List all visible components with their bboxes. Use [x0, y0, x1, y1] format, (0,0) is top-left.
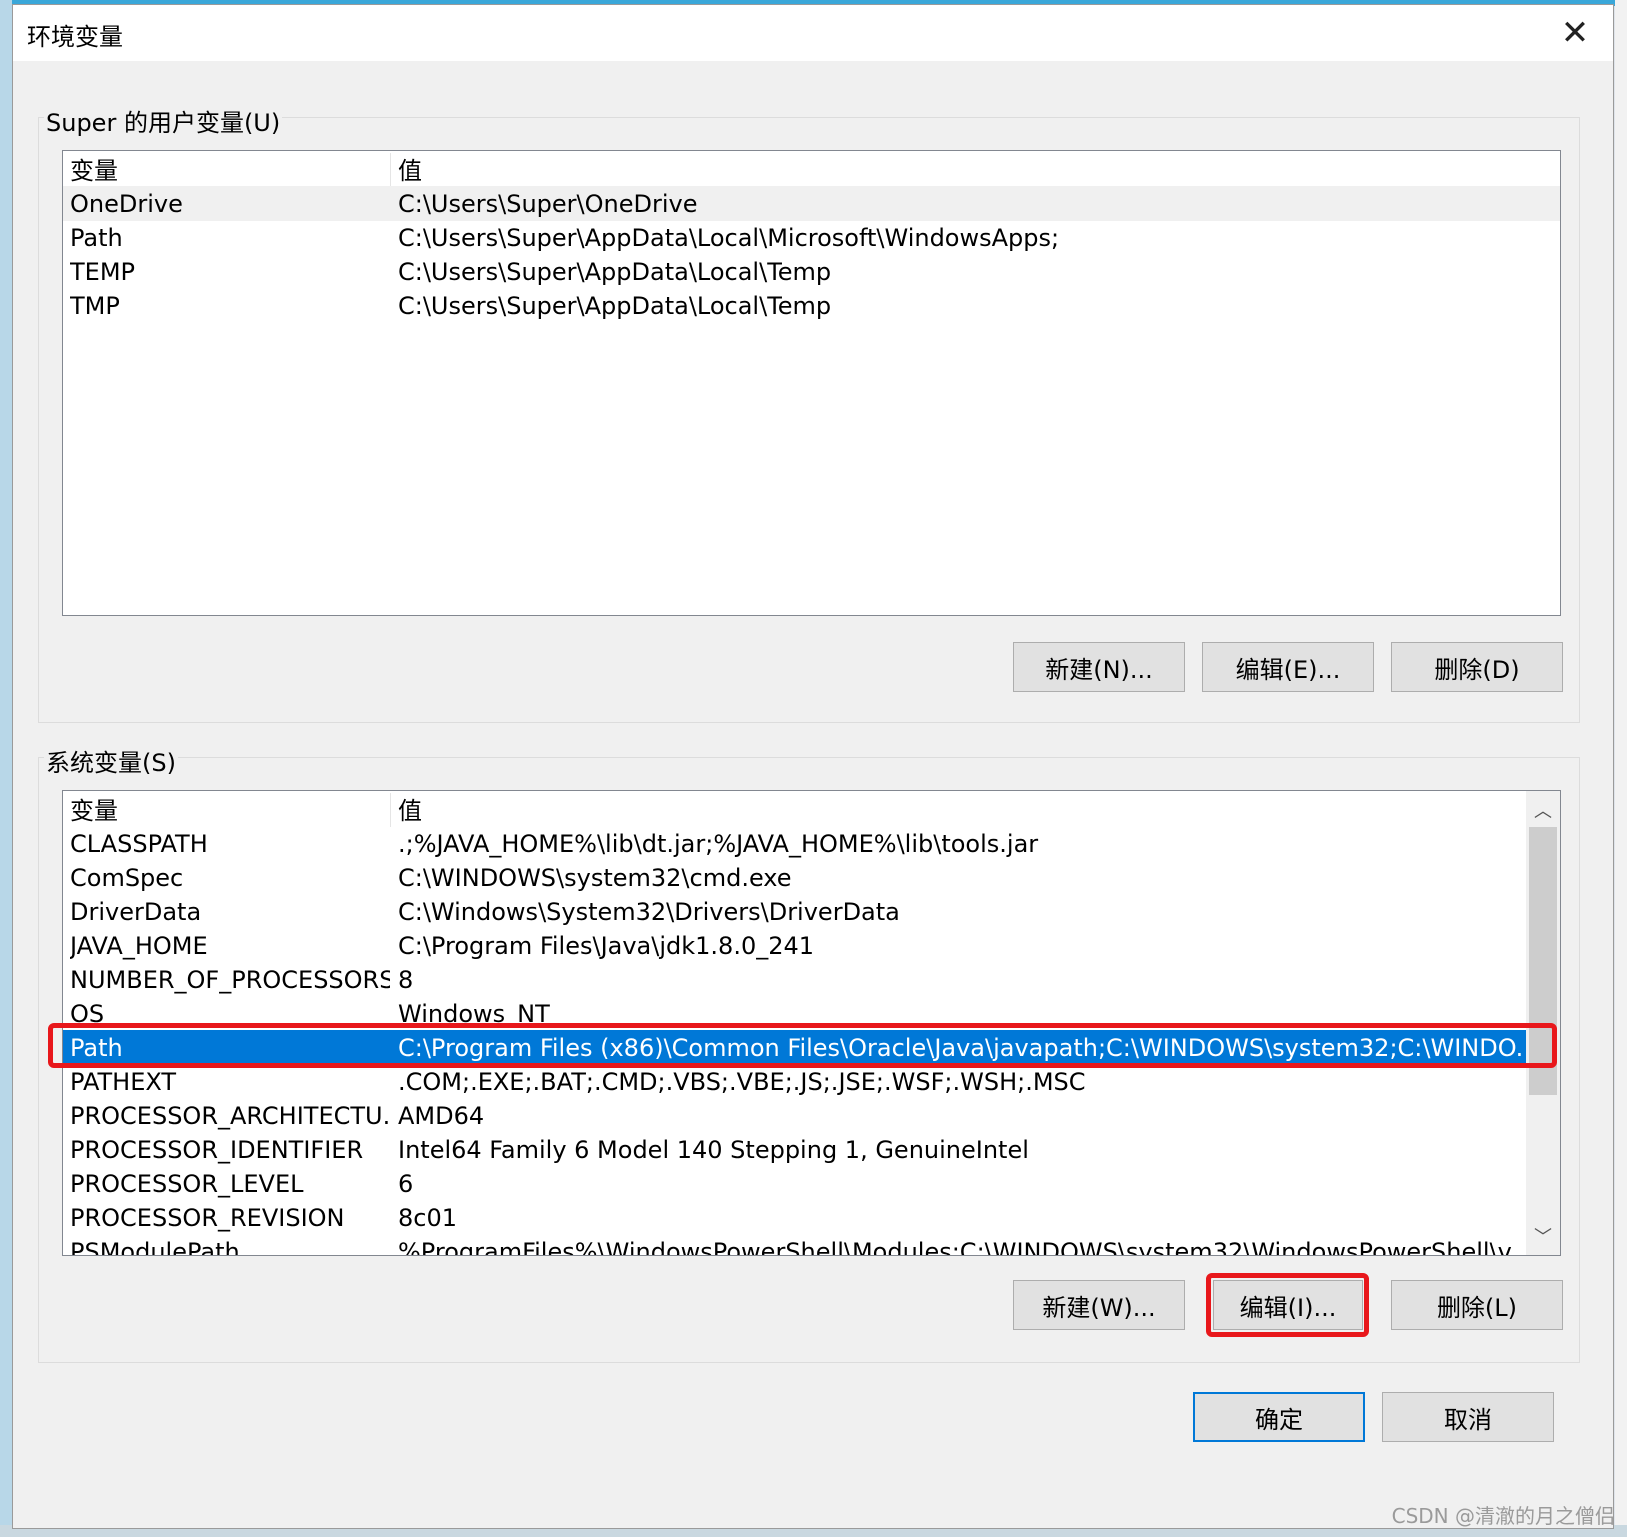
variable-value-cell: C:\Program Files (x86)\Common Files\Orac… — [398, 1033, 1523, 1062]
user-edit-button[interactable]: 编辑(E)... — [1202, 642, 1374, 692]
user-variables-list[interactable]: 变量 值 OneDrive C:\Users\Super\OneDrive Path… — [62, 150, 1561, 616]
table-row[interactable]: PROCESSOR_LEVEL 6 — [63, 1166, 1528, 1201]
user-new-button[interactable]: 新建(N)... — [1013, 642, 1185, 692]
variable-name-cell: Path — [70, 223, 123, 252]
variable-value-cell: C:\Program Files\Java\jdk1.8.0_241 — [398, 931, 815, 960]
table-row[interactable]: PROCESSOR_ARCHITECTU... AMD64 — [63, 1098, 1528, 1133]
variable-name-cell: PATHEXT — [70, 1067, 177, 1096]
variable-name-cell: CLASSPATH — [70, 829, 208, 858]
environment-variables-dialog: 环境变量 ✕ Super 的用户变量(U) 变量 值 OneDrive C:\Us… — [12, 4, 1614, 1529]
system-variables-list[interactable]: 变量 值 CLASSPATH .;%JAVA_HOME%\lib\dt.jar;%… — [62, 790, 1561, 1256]
system-new-button[interactable]: 新建(W)... — [1013, 1280, 1185, 1330]
vertical-scrollbar[interactable]: ︿ ﹀ — [1526, 791, 1560, 1255]
scroll-down-icon[interactable]: ﹀ — [1526, 1219, 1560, 1253]
cancel-button[interactable]: 取消 — [1382, 1392, 1554, 1442]
header-variable[interactable]: 变量 — [70, 791, 390, 826]
user-list-header: 变量 值 — [63, 151, 1560, 187]
close-icon[interactable]: ✕ — [1537, 5, 1613, 61]
variable-name-cell: OneDrive — [70, 189, 183, 218]
variable-name-cell: OS — [70, 999, 105, 1028]
user-delete-button[interactable]: 删除(D) — [1391, 642, 1563, 692]
variable-value-cell: 8c01 — [398, 1203, 458, 1232]
background-right-strip — [1615, 0, 1627, 1537]
variable-value-cell: C:\Users\Super\OneDrive — [398, 189, 698, 218]
table-row[interactable]: CLASSPATH .;%JAVA_HOME%\lib\dt.jar;%JAVA_… — [63, 826, 1528, 861]
variable-name-cell: PROCESSOR_REVISION — [70, 1203, 345, 1232]
variable-name-cell: PSModulePath — [70, 1237, 240, 1256]
variable-name-cell: PROCESSOR_ARCHITECTU... — [70, 1101, 390, 1130]
variable-value-cell: C:\Users\Super\AppData\Local\Temp — [398, 257, 832, 286]
table-row[interactable]: NUMBER_OF_PROCESSORS 8 — [63, 962, 1528, 997]
background-left-strip — [0, 0, 12, 1537]
variable-name-cell: NUMBER_OF_PROCESSORS — [70, 965, 390, 994]
variable-value-cell: C:\WINDOWS\system32\cmd.exe — [398, 863, 792, 892]
header-value[interactable]: 值 — [398, 791, 422, 826]
user-variables-label: Super 的用户变量(U) — [44, 103, 283, 138]
watermark: CSDN @清澈的月之僧侣 — [1391, 1504, 1615, 1528]
variable-name-cell: TEMP — [70, 257, 136, 286]
variable-name-cell: Path — [70, 1033, 123, 1062]
variable-value-cell: %ProgramFiles%\WindowsPowerShell\Modules… — [398, 1237, 1523, 1256]
table-row[interactable]: TEMP C:\Users\Super\AppData\Local\Temp — [63, 254, 1560, 289]
system-list-header: 变量 值 — [63, 791, 1528, 827]
table-row[interactable]: OneDrive C:\Users\Super\OneDrive — [63, 186, 1560, 221]
variable-name-cell: ComSpec — [70, 863, 184, 892]
variable-value-cell: Intel64 Family 6 Model 140 Stepping 1, G… — [398, 1135, 1029, 1164]
table-row[interactable]: PSModulePath %ProgramFiles%\WindowsPowerS… — [63, 1234, 1528, 1256]
table-row[interactable]: ComSpec C:\WINDOWS\system32\cmd.exe — [63, 860, 1528, 895]
variable-value-cell: C:\Users\Super\AppData\Local\Temp — [398, 291, 832, 320]
table-row[interactable]: OS Windows_NT — [63, 996, 1528, 1031]
table-row[interactable]: Path C:\Program Files (x86)\Common Files\… — [63, 1030, 1528, 1065]
variable-value-cell: 6 — [398, 1169, 414, 1198]
variable-value-cell: C:\Users\Super\AppData\Local\Microsoft\W… — [398, 223, 1060, 252]
table-row[interactable]: Path C:\Users\Super\AppData\Local\Microso… — [63, 220, 1560, 255]
variable-name-cell: PROCESSOR_IDENTIFIER — [70, 1135, 364, 1164]
scroll-up-icon[interactable]: ︿ — [1526, 793, 1560, 827]
scroll-thumb[interactable] — [1529, 827, 1557, 1095]
header-column-divider[interactable] — [390, 793, 391, 827]
header-variable[interactable]: 变量 — [70, 151, 390, 186]
table-row[interactable]: TMP C:\Users\Super\AppData\Local\Temp — [63, 288, 1560, 323]
dialog-title: 环境变量 — [27, 23, 123, 51]
system-delete-button[interactable]: 删除(L) — [1391, 1280, 1563, 1330]
header-value[interactable]: 值 — [398, 151, 422, 186]
table-row[interactable]: PROCESSOR_IDENTIFIER Intel64 Family 6 Mod… — [63, 1132, 1528, 1167]
variable-name-cell: JAVA_HOME — [70, 931, 208, 960]
variable-name-cell: PROCESSOR_LEVEL — [70, 1169, 304, 1198]
variable-value-cell: Windows_NT — [398, 999, 550, 1028]
table-row[interactable]: JAVA_HOME C:\Program Files\Java\jdk1.8.0_… — [63, 928, 1528, 963]
table-row[interactable]: PROCESSOR_REVISION 8c01 — [63, 1200, 1528, 1235]
ok-button[interactable]: 确定 — [1193, 1392, 1365, 1442]
title-bar: 环境变量 ✕ — [13, 5, 1613, 61]
variable-value-cell: 8 — [398, 965, 414, 994]
table-row[interactable]: PATHEXT .COM;.EXE;.BAT;.CMD;.VBS;.VBE;.JS… — [63, 1064, 1528, 1099]
variable-name-cell: TMP — [70, 291, 120, 320]
variable-value-cell: C:\Windows\System32\Drivers\DriverData — [398, 897, 900, 926]
variable-name-cell: DriverData — [70, 897, 202, 926]
variable-value-cell: AMD64 — [398, 1101, 485, 1130]
table-row[interactable]: DriverData C:\Windows\System32\Drivers\Dr… — [63, 894, 1528, 929]
variable-value-cell: .;%JAVA_HOME%\lib\dt.jar;%JAVA_HOME%\lib… — [398, 829, 1039, 858]
header-column-divider[interactable] — [390, 153, 391, 187]
variable-value-cell: .COM;.EXE;.BAT;.CMD;.VBS;.VBE;.JS;.JSE;.… — [398, 1067, 1086, 1096]
system-variables-label: 系统变量(S) — [44, 743, 178, 778]
system-edit-button[interactable]: 编辑(I)... — [1213, 1280, 1363, 1330]
